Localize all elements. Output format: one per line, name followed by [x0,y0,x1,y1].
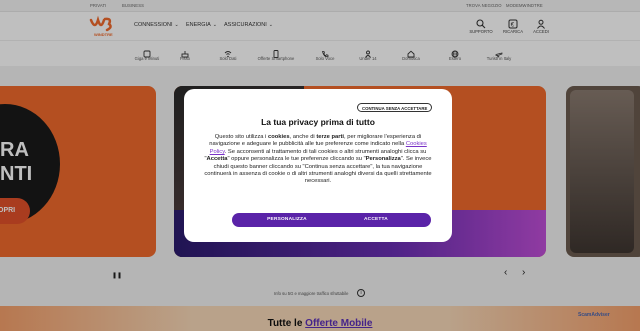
body-text: " oppure personalizza le tue preferenze … [227,156,366,163]
dialog-body: Questo sito utilizza i cookies, anche di… [202,134,434,186]
body-bold: Personalizza [365,156,401,163]
body-text: , anche di [289,134,317,140]
body-bold: cookies [267,134,290,140]
accept-button[interactable]: ACCETTA [321,213,431,227]
body-bold: Accetta [206,156,228,163]
body-bold: terze parti [316,134,345,140]
body-text: Questo sito utilizza i [214,134,268,140]
continue-without-accepting-button[interactable]: CONTINUA SENZA ACCETTARE [357,103,433,112]
cookie-consent-dialog: CONTINUA SENZA ACCETTARE La tua privacy … [184,89,452,242]
dialog-title: La tua privacy prima di tutto [261,117,375,127]
